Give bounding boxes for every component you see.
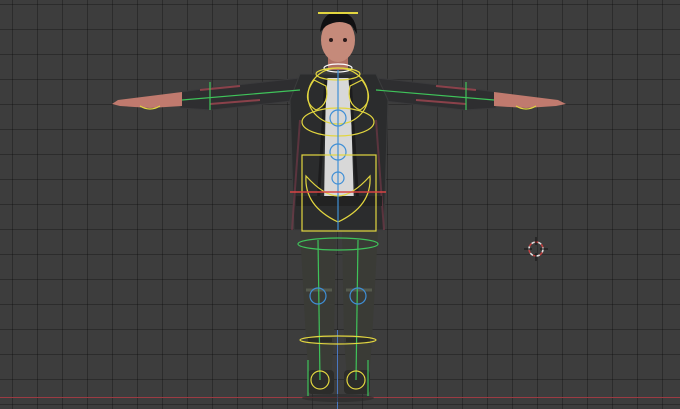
right-arm[interactable] (375, 77, 566, 111)
torso[interactable] (289, 73, 389, 231)
3d-viewport[interactable] (0, 0, 680, 409)
legs[interactable] (300, 230, 378, 394)
character-model[interactable] (0, 0, 680, 409)
head[interactable] (320, 12, 357, 70)
3d-cursor-icon[interactable] (523, 236, 549, 262)
left-arm[interactable] (112, 77, 301, 111)
belt (296, 196, 382, 206)
floor-shadow (302, 394, 374, 402)
armature-rig[interactable] (139, 12, 537, 396)
